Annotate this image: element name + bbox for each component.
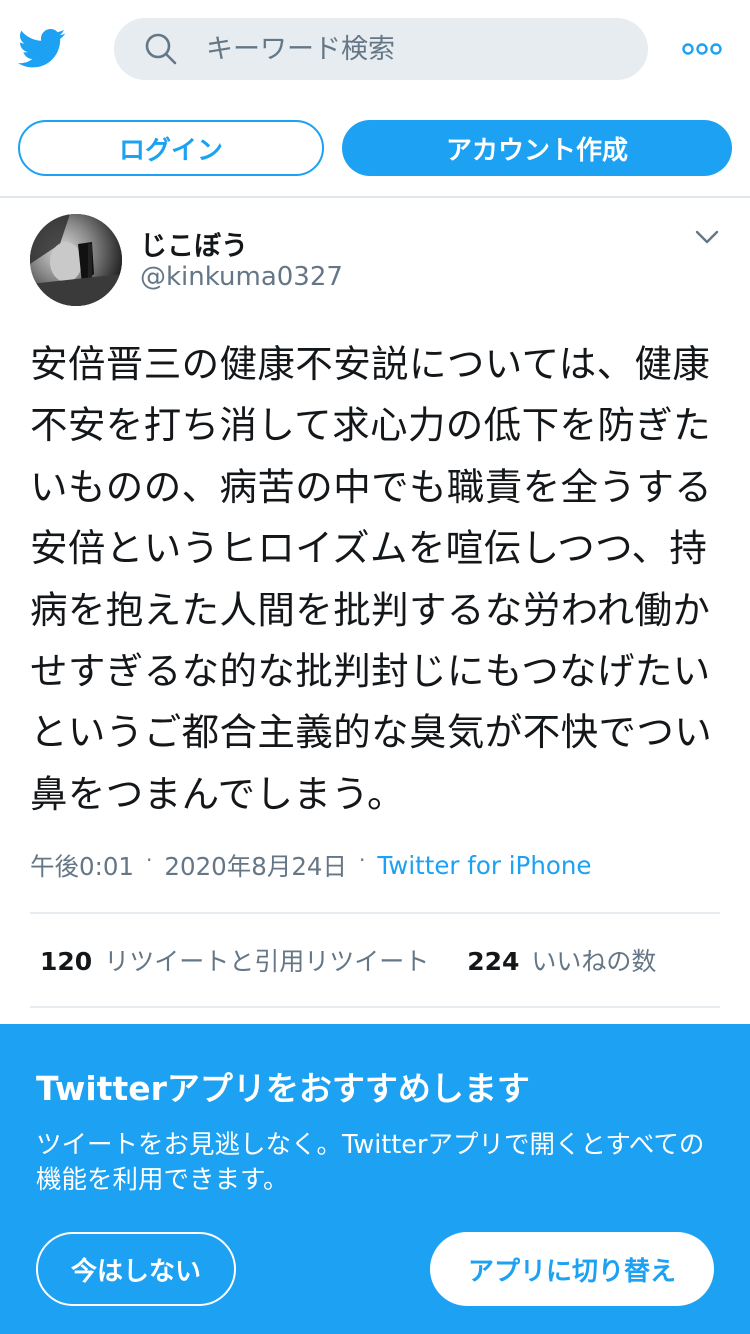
switch-to-app-button[interactable]: アプリに切り替え [430,1232,714,1306]
retweets-stat[interactable]: 120 リツイートと引用リツイート [40,942,429,978]
tweet-text: 安倍晋三の健康不安説については、健康不安を打ち消して求心力の低下を防ぎたいものの… [30,342,713,816]
login-button[interactable]: ログイン [18,120,324,176]
tweet-page: ログイン アカウント作成 じこぼう @kinkuma0327 安倍晋三の健康不安… [0,0,750,1334]
search-bar[interactable] [114,18,648,80]
promo-description: ツイートをお見逃しなく。Twitterアプリで開くとすべての機能を利用できます。 [36,1130,705,1195]
avatar[interactable] [30,214,122,306]
user-handle[interactable]: @kinkuma0327 [140,262,343,292]
divider [30,912,720,914]
chevron-down-icon[interactable] [694,228,720,246]
not-now-button[interactable]: 今はしない [36,1232,236,1306]
likes-stat[interactable]: 224 いいねの数 [467,942,656,978]
search-input[interactable] [206,28,626,70]
likes-label: いいねの数 [531,947,657,976]
divider [0,196,750,198]
tweet-meta: 午後0:01 · 2020年8月24日 · Twitter for iPhone [30,848,591,883]
meta-separator: · [146,847,153,872]
avatar-image [30,214,122,306]
twitter-bird-icon[interactable] [18,28,66,70]
app-promo-banner: Twitterアプリをおすすめします ツイートをお見逃しなく。Twitterアプ… [0,1024,750,1334]
tweet-source-link[interactable]: Twitter for iPhone [377,851,591,880]
signup-button[interactable]: アカウント作成 [342,120,732,176]
promo-title: Twitterアプリをおすすめします [36,1069,530,1108]
retweets-count: 120 [40,947,93,976]
more-dots-icon[interactable] [682,38,722,60]
display-name[interactable]: じこぼう [140,224,248,263]
retweets-label: リツイートと引用リツイート [104,947,430,976]
tweet-time[interactable]: 午後0:01 [30,848,134,883]
likes-count: 224 [467,947,520,976]
meta-separator: · [359,847,366,872]
tweet-stats: 120 リツイートと引用リツイート 224 いいねの数 [40,942,656,978]
tweet-date[interactable]: 2020年8月24日 [164,848,347,883]
divider [30,1006,720,1008]
top-bar [0,0,750,98]
search-icon [145,33,177,65]
